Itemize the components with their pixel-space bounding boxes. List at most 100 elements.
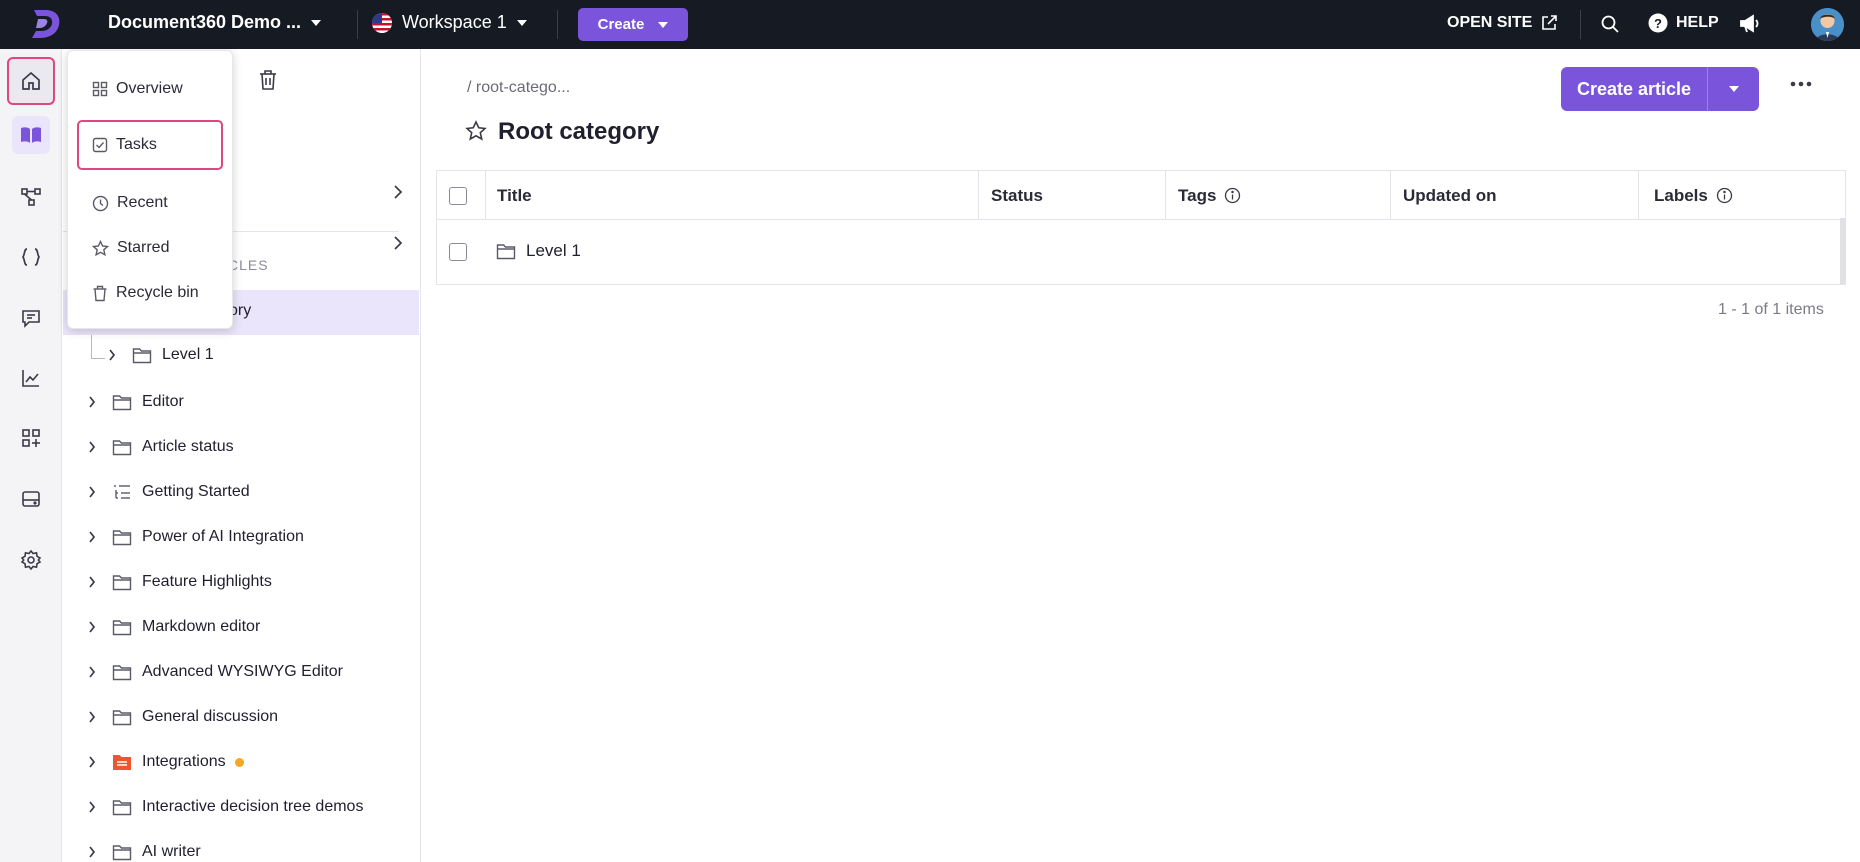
menu-item-label: Tasks xyxy=(116,136,157,153)
orange-folder-icon xyxy=(112,753,132,771)
divider xyxy=(557,10,558,39)
column-label: Title xyxy=(497,185,532,205)
menu-item-recycle-bin[interactable]: Recycle bin xyxy=(68,273,234,313)
create-button[interactable]: Create xyxy=(578,8,688,41)
tree-item-category[interactable]: Getting Started xyxy=(88,473,250,511)
settings-button[interactable] xyxy=(12,541,50,579)
tree-item-label: Getting Started xyxy=(142,483,250,500)
feedback-button[interactable] xyxy=(12,299,50,337)
column-header-tags[interactable]: Tags xyxy=(1178,171,1241,220)
tree-item-category[interactable]: AI writer xyxy=(88,833,201,862)
create-article-dropdown[interactable] xyxy=(1708,67,1759,111)
chevron-right-icon[interactable] xyxy=(88,666,102,678)
column-header-updated-on[interactable]: Updated on xyxy=(1403,171,1497,220)
tree-item-category[interactable]: Interactive decision tree demos xyxy=(88,788,363,826)
announcement-icon[interactable] xyxy=(1739,14,1761,34)
chevron-right-icon[interactable] xyxy=(88,846,102,858)
tree-item-label: Markdown editor xyxy=(142,618,261,635)
column-header-labels[interactable]: Labels xyxy=(1654,171,1733,220)
info-icon[interactable] xyxy=(1224,187,1241,204)
tree-item-label: Integrations xyxy=(142,753,226,770)
tree-item-category[interactable]: Advanced WYSIWYG Editor xyxy=(88,653,343,691)
star-icon xyxy=(92,239,109,257)
table-row[interactable]: Level 1 xyxy=(437,221,1845,285)
project-selector[interactable]: Document360 Demo ... xyxy=(108,12,322,33)
tree-item-level-1[interactable]: Level 1 xyxy=(108,336,214,374)
apps-add-icon xyxy=(20,427,42,449)
hierarchy-icon xyxy=(20,186,42,208)
open-site-link[interactable]: OPEN SITE xyxy=(1447,14,1558,32)
folder-icon xyxy=(112,619,132,636)
column-header-status[interactable]: Status xyxy=(991,171,1043,220)
chevron-right-icon[interactable] xyxy=(88,621,102,633)
api-docs-button[interactable] xyxy=(12,178,50,216)
tree-item-category[interactable]: Editor xyxy=(88,383,184,421)
menu-item-starred[interactable]: Starred xyxy=(68,228,234,268)
menu-item-label: Overview xyxy=(116,80,183,97)
recycle-bin-icon[interactable] xyxy=(258,69,278,91)
menu-item-tasks[interactable]: Tasks xyxy=(77,120,223,170)
help-icon: ? xyxy=(1648,13,1668,33)
menu-item-overview[interactable]: Overview xyxy=(68,69,234,109)
divider xyxy=(357,10,358,39)
row-checkbox[interactable] xyxy=(449,243,467,261)
create-article-split-button: Create article xyxy=(1561,67,1759,111)
chevron-right-icon[interactable] xyxy=(88,576,102,588)
table-header: Title Status Tags Updated on Labels xyxy=(437,171,1845,220)
braces-icon xyxy=(20,246,42,268)
chevron-right-icon[interactable] xyxy=(88,486,102,498)
row-title-cell[interactable]: Level 1 xyxy=(496,241,581,261)
clock-icon xyxy=(92,195,109,212)
help-button[interactable]: ? HELP xyxy=(1648,13,1719,33)
chevron-right-icon[interactable] xyxy=(88,441,102,453)
breadcrumb[interactable]: / root-catego... xyxy=(467,79,570,97)
checkbox[interactable] xyxy=(449,186,467,205)
column-header-title[interactable]: Title xyxy=(497,171,532,220)
info-icon[interactable] xyxy=(1716,187,1733,204)
tree-item-label: Feature Highlights xyxy=(142,573,272,590)
chevron-down-icon xyxy=(658,21,669,28)
menu-item-label: Recycle bin xyxy=(116,284,199,301)
more-options-icon[interactable] xyxy=(1789,80,1813,88)
column-label: Labels xyxy=(1654,185,1708,205)
tree-item-category[interactable]: Integrations xyxy=(88,743,244,781)
user-avatar[interactable] xyxy=(1811,8,1844,41)
tree-item-category[interactable]: Power of AI Integration xyxy=(88,518,304,556)
folder-icon xyxy=(112,439,132,456)
folder-icon xyxy=(112,529,132,546)
chevron-right-icon[interactable] xyxy=(88,801,102,813)
search-icon[interactable] xyxy=(1600,14,1620,34)
workspace-selector[interactable]: Workspace 1 xyxy=(372,12,527,33)
widgets-button[interactable] xyxy=(12,480,50,518)
open-site-label: OPEN SITE xyxy=(1447,14,1533,31)
chevron-right-icon[interactable] xyxy=(88,711,102,723)
tree-item-category[interactable]: Article status xyxy=(88,428,234,466)
tree-item-category[interactable]: General discussion xyxy=(88,698,278,736)
chevron-right-icon[interactable] xyxy=(88,531,102,543)
document360-logo[interactable] xyxy=(28,7,64,41)
grid-icon xyxy=(92,81,108,97)
star-icon[interactable] xyxy=(465,120,487,142)
home-button[interactable] xyxy=(7,57,55,105)
integrations-button[interactable] xyxy=(12,419,50,457)
table-scrollbar[interactable] xyxy=(1840,218,1846,284)
chevron-right-icon[interactable] xyxy=(88,756,102,768)
folder-icon xyxy=(112,664,132,681)
create-article-button[interactable]: Create article xyxy=(1561,67,1707,111)
select-all-checkbox[interactable] xyxy=(449,171,467,220)
workspace-name: Workspace 1 xyxy=(402,12,507,32)
checkbox[interactable] xyxy=(449,243,467,261)
tree-item-category[interactable]: Feature Highlights xyxy=(88,563,272,601)
documentation-button[interactable] xyxy=(12,116,50,154)
chevron-right-icon[interactable] xyxy=(88,396,102,408)
tree-item-category[interactable]: Markdown editor xyxy=(88,608,260,646)
tree-item-label: General discussion xyxy=(142,708,279,725)
analytics-button[interactable] xyxy=(12,359,50,397)
api-reference-button[interactable] xyxy=(12,238,50,276)
folder-icon xyxy=(132,347,152,364)
menu-item-recent[interactable]: Recent xyxy=(68,183,234,223)
left-rail xyxy=(0,49,62,862)
folder-icon xyxy=(496,243,516,260)
tree-item-label: Advanced WYSIWYG Editor xyxy=(142,663,343,680)
folder-icon xyxy=(112,799,132,816)
